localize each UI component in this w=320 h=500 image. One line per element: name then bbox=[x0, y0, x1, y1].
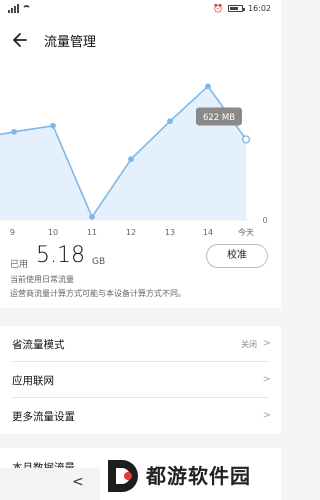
used-label: 已用 bbox=[10, 260, 29, 270]
menu-item-data-saver[interactable]: 省流量模式 关闭 > bbox=[0, 326, 281, 362]
chart-x-tick-label: 11 bbox=[87, 228, 97, 237]
used-unit: GB bbox=[92, 257, 106, 267]
menu-item-label: 应用联网 bbox=[12, 375, 54, 387]
chart-point bbox=[128, 156, 134, 163]
usage-summary: 已用 5.18 GB 校准 当前使用日常流量 运营商流量计算方式可能与本设备计算… bbox=[0, 240, 281, 308]
watermark-text: 都游软件园 bbox=[146, 464, 251, 488]
chart-area-fill bbox=[0, 86, 246, 220]
watermark: 都游软件园 bbox=[100, 452, 281, 500]
menu-item-label: 更多流量设置 bbox=[12, 411, 75, 423]
chart-point bbox=[241, 135, 251, 144]
chevron-right-icon: > bbox=[262, 410, 271, 421]
menu-item-more-settings[interactable]: 更多流量设置 > bbox=[0, 398, 281, 434]
chart-point bbox=[50, 122, 56, 129]
chart-point bbox=[167, 118, 173, 125]
battery-icon bbox=[227, 5, 245, 12]
usage-note: 当前使用日常流量 bbox=[10, 275, 74, 284]
chart-point bbox=[11, 128, 17, 135]
traffic-chart: 622 MB 0 9 10 11 12 13 14 今天 bbox=[0, 58, 281, 240]
chart-x-tick-label: 今天 bbox=[238, 227, 254, 237]
alarm-icon: ⏰ bbox=[212, 4, 223, 13]
chart-x-tick-label: 9 bbox=[10, 228, 15, 237]
menu-item-label: 省流量模式 bbox=[12, 339, 65, 351]
menu-item-app-networking[interactable]: 应用联网 > bbox=[0, 362, 281, 398]
chart-x-tick-label: 14 bbox=[203, 228, 213, 237]
chart-x-tick-label: 13 bbox=[165, 228, 175, 237]
nav-back-icon[interactable]: < bbox=[72, 474, 84, 490]
menu-item-value: 关闭 bbox=[241, 340, 257, 349]
chevron-right-icon: > bbox=[262, 374, 271, 385]
wifi-icon bbox=[22, 5, 31, 12]
traffic-chart-svg: 622 MB 0 9 10 11 12 13 14 今天 bbox=[0, 83, 268, 237]
chevron-right-icon: > bbox=[262, 338, 271, 349]
status-bar: ⏰ 16:02 bbox=[0, 0, 281, 22]
chart-x-tick-label: 12 bbox=[126, 228, 136, 237]
signal-icon bbox=[8, 4, 19, 13]
page-title: 流量管理 bbox=[44, 35, 97, 50]
chart-point bbox=[205, 83, 211, 90]
chart-point bbox=[89, 214, 95, 220]
used-value: 5.18 bbox=[36, 243, 85, 268]
chart-x-tick-label: 10 bbox=[48, 228, 58, 237]
carrier-note: 运营商流量计算方式可能与本设备计算方式不同。 bbox=[10, 289, 186, 298]
app-header: 流量管理 bbox=[0, 22, 281, 58]
watermark-logo-icon bbox=[108, 460, 138, 492]
status-time: 16:02 bbox=[247, 4, 271, 13]
chart-tooltip-text: 622 MB bbox=[203, 113, 235, 123]
back-arrow-icon[interactable] bbox=[10, 29, 32, 51]
calibrate-button[interactable]: 校准 bbox=[206, 244, 268, 268]
chart-y-zero-label: 0 bbox=[262, 216, 267, 225]
settings-menu: 省流量模式 关闭 > 应用联网 > 更多流量设置 > bbox=[0, 326, 281, 434]
